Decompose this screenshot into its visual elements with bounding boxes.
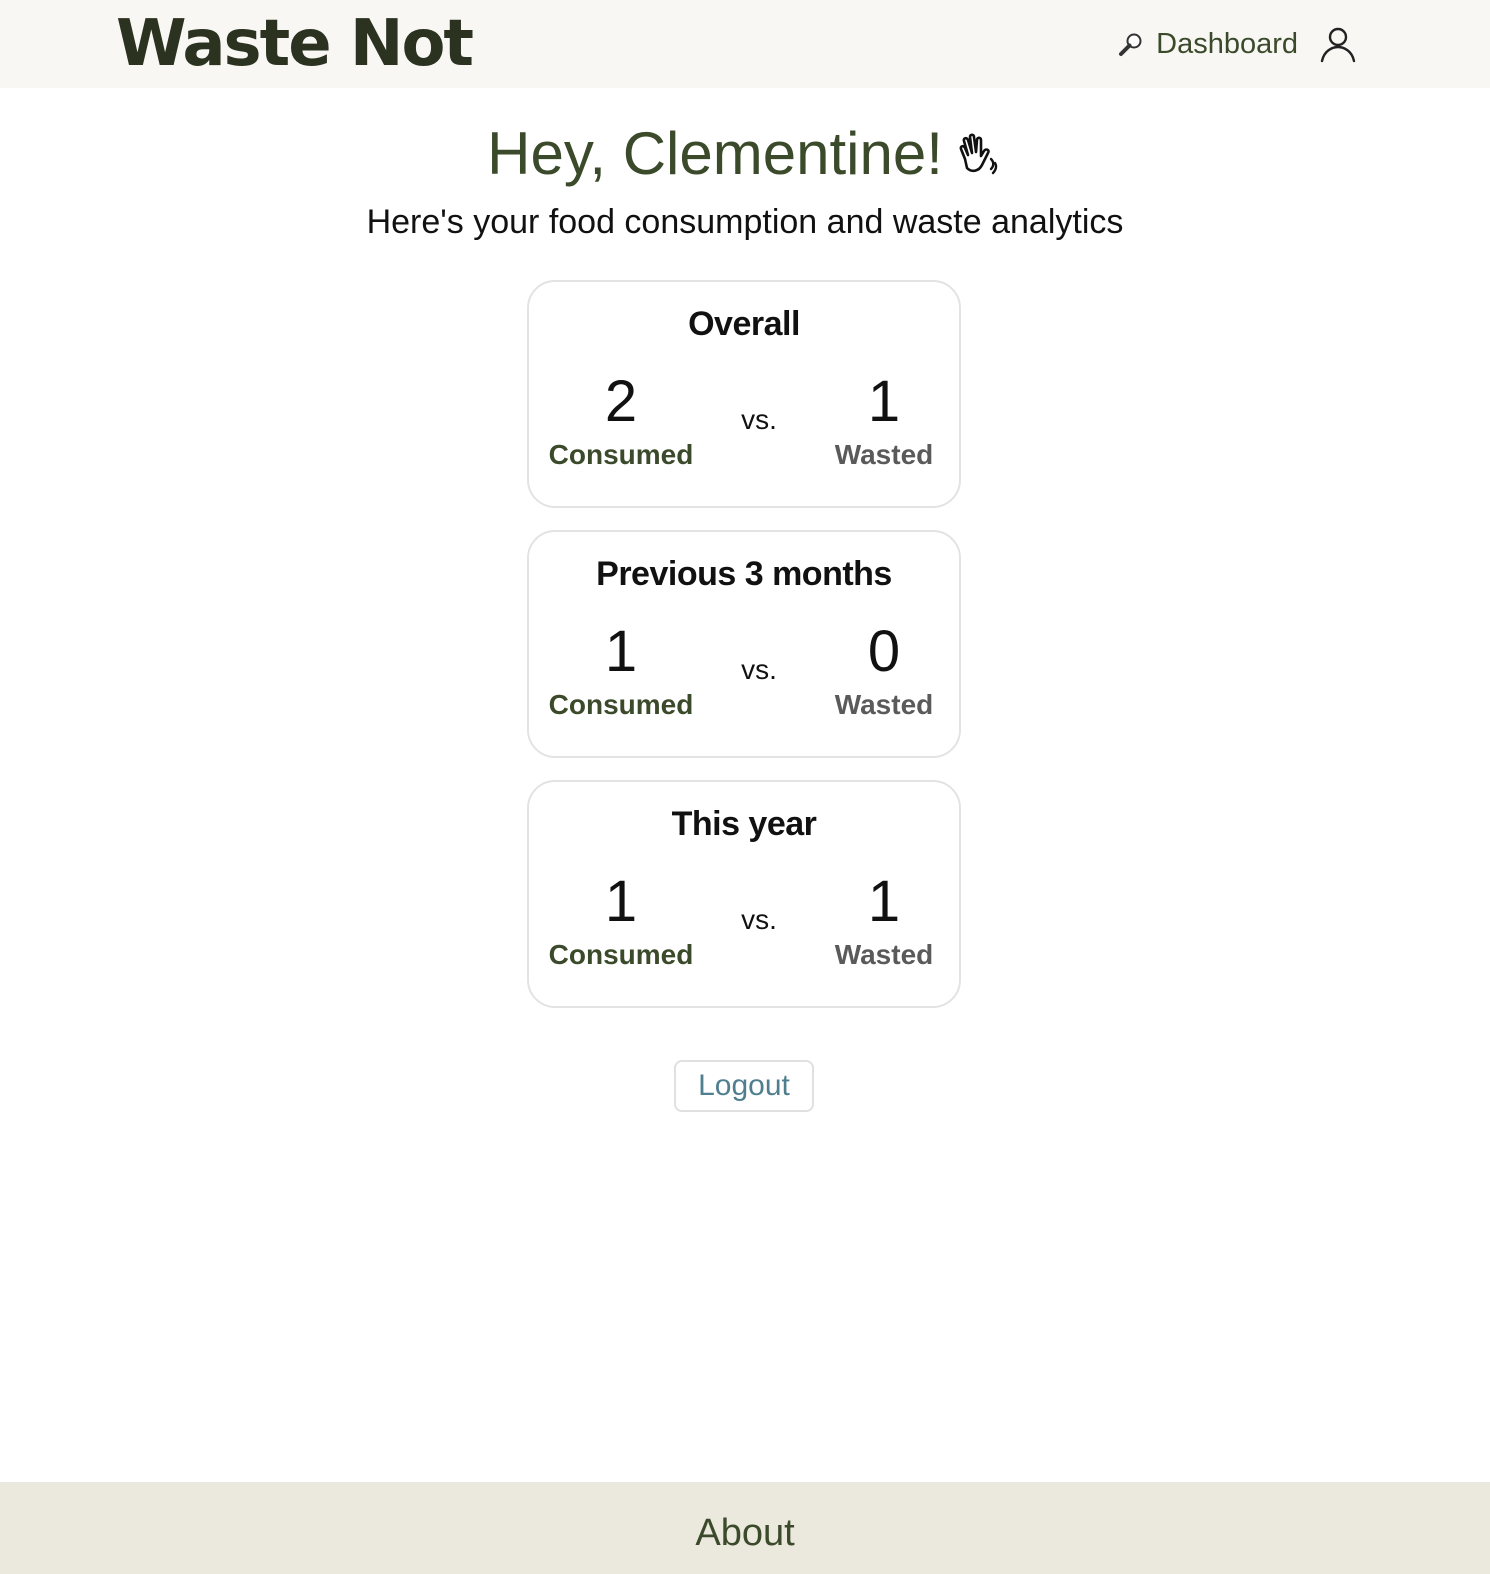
logout-button[interactable]: Logout: [674, 1060, 814, 1112]
wasted-count: 0: [867, 619, 901, 684]
user-icon[interactable]: [1318, 24, 1358, 64]
consumed-count: 1: [604, 869, 638, 934]
consumed-count: 2: [604, 369, 638, 434]
about-link[interactable]: About: [0, 1482, 1490, 1574]
stats-card-previous-3-months: Previous 3 months 1 Consumed vs. 0 Waste…: [527, 530, 961, 758]
wasted-label: Wasted: [834, 689, 934, 720]
top-nav-bar: Waste Not Dashboard: [0, 0, 1490, 88]
wasted-label: Wasted: [834, 939, 934, 970]
footer: About: [0, 1482, 1490, 1574]
consumed-stat: 1 Consumed: [546, 782, 696, 972]
consumed-count: 1: [604, 619, 638, 684]
magnifier-icon: [1118, 31, 1144, 57]
wasted-count: 1: [867, 369, 901, 434]
wasted-stat: 1 Wasted: [809, 282, 959, 472]
nav-links: Dashboard: [1118, 22, 1358, 66]
vs-separator: vs.: [741, 904, 777, 935]
vs-separator: vs.: [741, 654, 777, 685]
stats-card-this-year: This year 1 Consumed vs. 1 Wasted: [527, 780, 961, 1008]
wasted-stat: 1 Wasted: [809, 782, 959, 972]
consumed-stat: 2 Consumed: [546, 282, 696, 472]
page-subtitle: Here's your food consumption and waste a…: [366, 203, 1124, 241]
dashboard-label: Dashboard: [1156, 27, 1298, 60]
vs-separator: vs.: [741, 404, 777, 435]
page-title: Hey, Clementine!: [487, 120, 943, 187]
stats-card-overall: Overall 2 Consumed vs. 1 Wasted: [527, 280, 961, 508]
consumed-label: Consumed: [548, 689, 694, 720]
waving-hand-icon: [953, 129, 1003, 179]
dashboard-link[interactable]: Dashboard: [1118, 28, 1298, 61]
consumed-stat: 1 Consumed: [546, 532, 696, 722]
consumed-label: Consumed: [548, 939, 694, 970]
wasted-label: Wasted: [834, 439, 934, 470]
brand-logo[interactable]: Waste Not: [116, 6, 474, 82]
wasted-stat: 0 Wasted: [809, 532, 959, 722]
wasted-count: 1: [867, 869, 901, 934]
greeting: Hey, Clementine!: [0, 118, 1490, 190]
consumed-label: Consumed: [548, 439, 694, 470]
